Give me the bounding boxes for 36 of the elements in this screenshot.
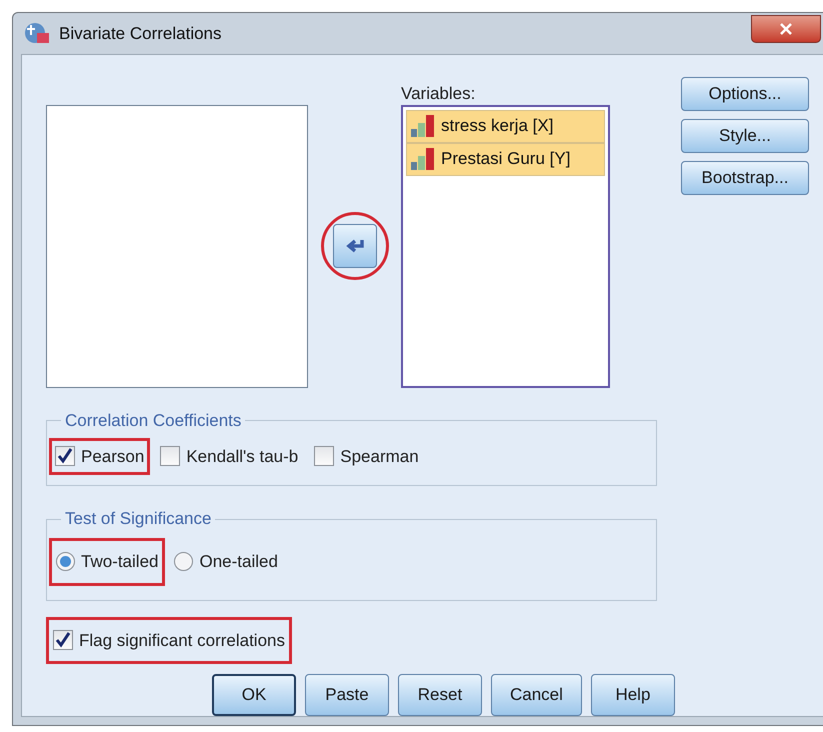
side-button[interactable]: Bootstrap... xyxy=(681,160,809,194)
option-label: One-tailed xyxy=(199,551,278,573)
option-label: Pearson xyxy=(81,446,144,468)
side-button[interactable]: Options... xyxy=(681,76,809,110)
check-icon xyxy=(57,448,73,464)
close-button[interactable] xyxy=(751,15,821,44)
group-title: Correlation Coefficients xyxy=(65,410,242,430)
option-label: Two-tailed xyxy=(81,551,158,573)
variable-item[interactable]: Prestasi Guru [Y] xyxy=(406,142,605,176)
move-button[interactable] xyxy=(332,224,376,268)
scale-variable-icon xyxy=(409,113,437,139)
dialog-button[interactable]: Paste xyxy=(305,674,389,716)
variable-item[interactable]: stress kerja [X] xyxy=(406,110,605,142)
checkbox[interactable] xyxy=(55,446,75,466)
checkbox[interactable] xyxy=(53,630,73,650)
arrow-left-icon xyxy=(344,238,364,254)
radio-button[interactable] xyxy=(56,552,75,572)
close-icon xyxy=(780,23,792,36)
window-title: Bivariate Correlations xyxy=(59,22,222,44)
option-label: Spearman xyxy=(340,446,419,468)
side-button[interactable]: Style... xyxy=(681,118,809,152)
group-title: Test of Significance xyxy=(65,509,212,528)
checkbox[interactable] xyxy=(314,446,334,466)
variables-label: Variables: xyxy=(401,82,476,104)
dialog-button[interactable]: OK xyxy=(212,674,296,716)
option-label: Flag significant correlations xyxy=(79,630,285,652)
dialog-button[interactable]: Reset xyxy=(398,674,482,716)
dialog-button[interactable]: Help xyxy=(590,674,675,716)
option-label: Kendall's tau-b xyxy=(186,446,298,468)
variables-list[interactable]: stress kerja [X] Prestasi Guru [Y] xyxy=(401,104,610,388)
radio-button[interactable] xyxy=(174,552,194,572)
checkbox[interactable] xyxy=(160,446,180,466)
check-icon xyxy=(55,632,71,648)
scale-variable-icon xyxy=(409,146,437,172)
app-icon xyxy=(25,21,51,46)
dialog-button[interactable]: Cancel xyxy=(491,674,582,716)
